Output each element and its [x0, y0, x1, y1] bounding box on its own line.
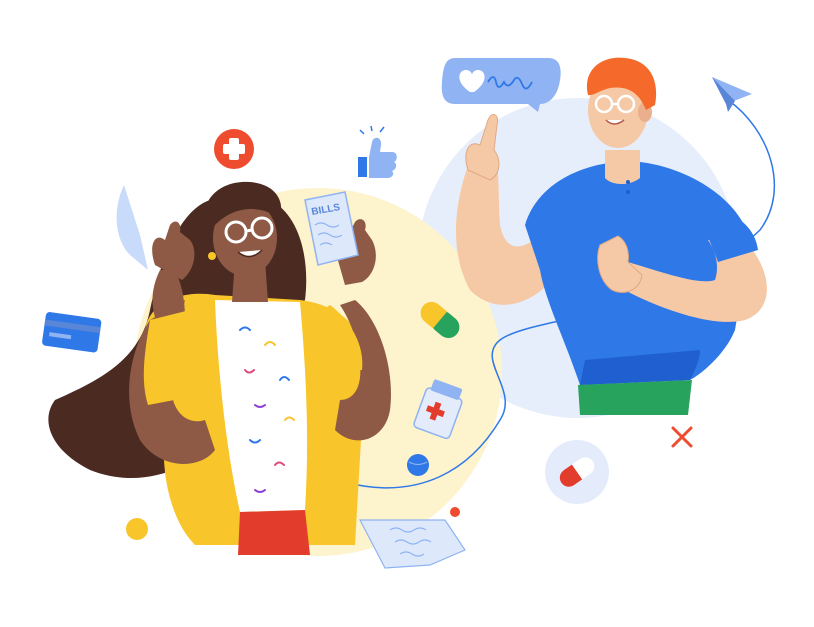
paper-fragment-decoration: [116, 185, 148, 270]
paper-plane-icon: [712, 77, 752, 112]
x-mark-icon: [671, 426, 693, 448]
red-dot-decoration: [450, 507, 460, 517]
man-raised-hand: [465, 114, 500, 181]
telehealth-illustration: BILLS: [42, 57, 776, 569]
credit-card-icon: [42, 312, 102, 353]
pill-circle-icon: [545, 440, 609, 504]
thumbs-up-icon: [358, 125, 397, 178]
man-pants: [578, 380, 692, 415]
woman-earring: [208, 252, 216, 260]
woman-skirt: [238, 510, 310, 555]
receipt-icon: [359, 519, 466, 569]
man-neck: [605, 150, 640, 184]
plus-badge-icon: [214, 129, 254, 169]
yellow-dot-decoration: [126, 518, 148, 540]
